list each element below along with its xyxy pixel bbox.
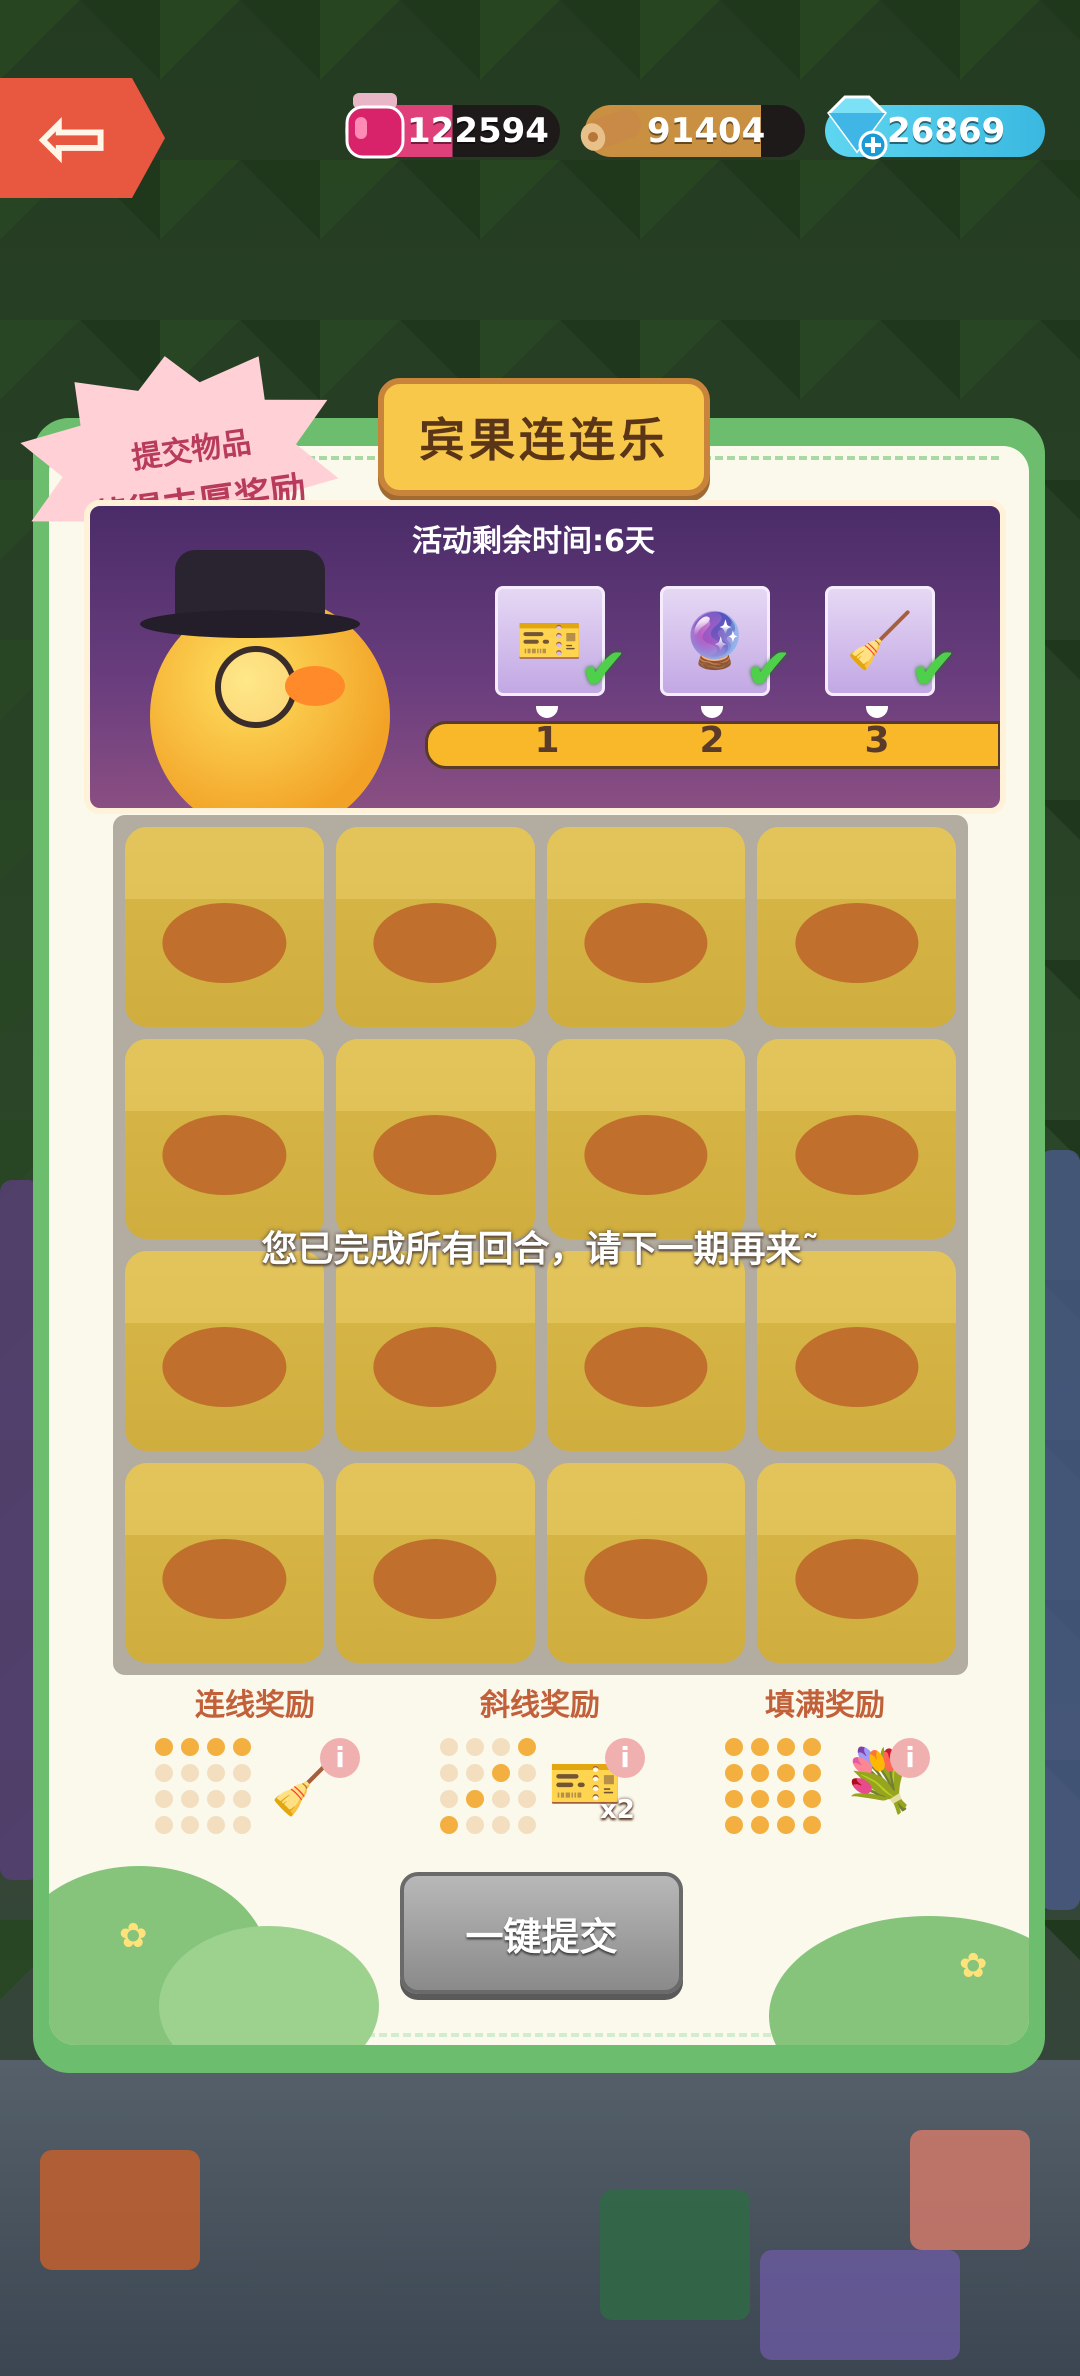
bingo-tile	[125, 827, 324, 1027]
milestone-number: 3	[864, 720, 890, 761]
background-building	[1040, 1150, 1080, 1910]
milestone-marker	[701, 706, 723, 718]
diamond-icon	[827, 95, 888, 160]
line-reward-label: 连线奖励	[195, 1688, 315, 1723]
bingo-tile	[546, 827, 746, 1027]
duck-bill-icon	[795, 1539, 919, 1619]
diamond-resource-counter[interactable]: 26869	[825, 95, 1045, 160]
duck-bill-icon	[162, 903, 286, 983]
flower-icon: ✿	[119, 1916, 148, 1956]
line-pattern-diagram	[155, 1738, 251, 1834]
line-reward-info-icon[interactable]: i	[320, 1738, 360, 1778]
bingo-tile	[757, 1251, 956, 1451]
duck-bill-icon	[373, 903, 497, 983]
back-arrow-icon: ⇦	[36, 88, 109, 188]
bush-decoration	[769, 1916, 1029, 2045]
bingo-tile	[546, 1463, 746, 1663]
duck-bill-icon	[584, 1539, 708, 1619]
milestone-reward-2[interactable]: 🔮 ✔	[660, 586, 793, 703]
bingo-tile	[335, 827, 535, 1027]
diamond-amount: 26869	[887, 111, 1006, 151]
duck-bill-icon	[795, 1115, 919, 1195]
bingo-tile	[125, 1463, 324, 1663]
wood-resource-counter: 91404	[580, 105, 805, 157]
one-click-submit-button[interactable]: 一键提交	[400, 1872, 683, 1994]
top-hat-brim	[140, 610, 360, 638]
diagonal-reward-info-icon[interactable]: i	[605, 1738, 645, 1778]
submit-button-label: 一键提交	[465, 1914, 618, 1959]
duck-bill-icon	[373, 1115, 497, 1195]
bingo-tile	[335, 1463, 535, 1663]
check-icon: ✔	[909, 635, 958, 703]
panel-title: 宾果连连乐	[419, 413, 669, 467]
fill-reward-label: 填满奖励	[765, 1688, 885, 1723]
fill-reward-info-icon[interactable]: i	[890, 1738, 930, 1778]
duck-bill-icon	[373, 1327, 497, 1407]
milestone-number: 2	[699, 720, 725, 761]
bingo-tile	[125, 1039, 324, 1239]
check-icon: ✔	[579, 635, 628, 703]
crystal-ball-icon: 🔮	[681, 609, 749, 672]
rounds-complete-message: 您已完成所有回合，请下一期再来˜	[261, 1229, 820, 1270]
wood-log-icon	[580, 108, 641, 151]
duck-bill-icon	[795, 903, 919, 983]
fill-pattern-diagram	[725, 1738, 821, 1834]
duck-bill-icon	[584, 1115, 708, 1195]
event-banner: 活动剩余时间:6天 🎫 ✔ 🔮 ✔ 🧹 ✔ 1 2 3	[84, 500, 1006, 814]
milestone-number: 1	[534, 720, 560, 761]
duck-beak	[285, 666, 345, 706]
milestone-marker	[536, 706, 558, 718]
broom-icon: 🧹	[846, 609, 914, 672]
bingo-tile	[757, 1039, 956, 1239]
bingo-tile	[546, 1251, 746, 1451]
milestone-reward-3[interactable]: 🧹 ✔	[825, 586, 958, 703]
duck-bill-icon	[795, 1327, 919, 1407]
ink-resource-counter: 122594	[345, 93, 560, 159]
background-umbrella	[600, 2190, 750, 2320]
wood-amount: 91404	[647, 111, 766, 151]
bingo-tile	[335, 1251, 535, 1451]
milestone-reward-1[interactable]: 🎫 ✔	[495, 586, 628, 703]
time-remaining-label: 活动剩余时间:6天	[412, 524, 655, 559]
diagonal-reward-label: 斜线奖励	[480, 1688, 600, 1723]
ink-amount: 122594	[407, 111, 549, 151]
duck-bill-icon	[162, 1539, 286, 1619]
duck-bill-icon	[373, 1539, 497, 1619]
bingo-tile	[757, 1463, 956, 1663]
bingo-tile	[546, 1039, 746, 1239]
diagonal-reward-multiplier: x2	[600, 1795, 635, 1825]
duck-bill-icon	[584, 1327, 708, 1407]
panel-title-badge: 宾果连连乐	[378, 378, 710, 496]
check-icon: ✔	[744, 635, 793, 703]
duck-bill-icon	[162, 1115, 286, 1195]
back-button[interactable]: ⇦	[0, 78, 165, 198]
diagonal-pattern-diagram	[440, 1738, 536, 1834]
bingo-tile	[757, 827, 956, 1027]
duck-bill-icon	[584, 903, 708, 983]
bingo-tile	[125, 1251, 324, 1451]
milestone-marker	[866, 706, 888, 718]
duck-bill-icon	[162, 1327, 286, 1407]
background-lion-dancer	[910, 2130, 1030, 2250]
background-food-truck	[760, 2250, 960, 2360]
bingo-tile	[335, 1039, 535, 1239]
ink-jar-icon	[345, 93, 405, 159]
ticket-icon: 🎫	[516, 609, 584, 672]
background-stall	[40, 2150, 200, 2270]
flower-icon: ✿	[959, 1946, 988, 1986]
